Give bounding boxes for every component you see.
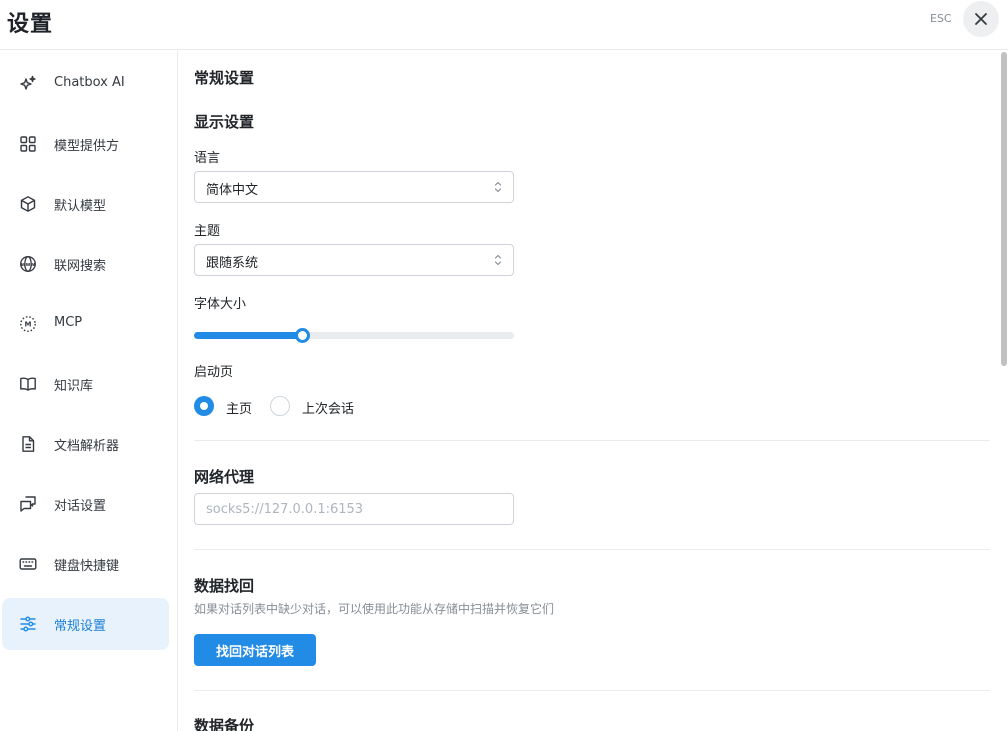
sidebar-item-document-parser[interactable]: 文档解析器 [2, 418, 169, 470]
startup-radio-home[interactable] [194, 396, 214, 416]
sidebar-item-knowledge-base[interactable]: 知识库 [2, 358, 169, 410]
settings-sidebar: Chatbox AI 模型提供方 默认模型 www 联网搜索 M MCP 知识库… [0, 50, 178, 731]
cube-icon [20, 196, 36, 212]
language-select[interactable]: 简体中文 [194, 171, 514, 203]
settings-header: 设置 ESC [0, 0, 1008, 50]
keyboard-icon [19, 558, 37, 570]
grid-icon [20, 136, 36, 152]
close-icon [975, 13, 987, 25]
settings-content: 常规设置 显示设置 语言 简体中文 主题 跟随系统 字体大小 启动页 主页 上次… [178, 50, 1008, 731]
proxy-input[interactable] [194, 493, 514, 525]
book-icon [20, 377, 36, 391]
sidebar-item-label: 文档解析器 [54, 439, 120, 454]
startup-page-label: 启动页 [194, 365, 234, 380]
theme-select-value: 跟随系统 [206, 256, 259, 271]
section-divider [194, 549, 990, 550]
data-backup-heading: 数据备份 [194, 717, 255, 731]
sidebar-item-label: 常规设置 [54, 619, 107, 634]
font-size-slider-thumb[interactable] [295, 328, 311, 343]
section-divider [194, 440, 990, 441]
sidebar-item-label: 默认模型 [54, 199, 107, 214]
startup-radio-home-label[interactable]: 主页 [226, 398, 252, 417]
startup-radio-last-session-label[interactable]: 上次会话 [302, 398, 354, 417]
startup-radio-last-session[interactable] [270, 396, 290, 416]
www-globe-icon: www [20, 256, 36, 272]
sidebar-item-keyboard-shortcuts[interactable]: 键盘快捷键 [2, 538, 169, 590]
page-title: 设置 [7, 12, 54, 37]
section-page-title: 常规设置 [194, 69, 255, 87]
svg-text:M: M [25, 321, 32, 329]
sparkles-icon [20, 75, 36, 90]
language-label: 语言 [194, 151, 221, 166]
sidebar-item-label: 模型提供方 [54, 139, 120, 154]
sidebar-item-label: 联网搜索 [54, 259, 107, 274]
chat-icon [20, 496, 36, 512]
sliders-icon [20, 616, 36, 632]
esc-hint: ESC [930, 12, 952, 25]
sidebar-item-mcp[interactable]: M MCP [2, 298, 169, 350]
data-recovery-heading: 数据找回 [194, 577, 255, 595]
document-icon [22, 436, 35, 452]
sidebar-item-label: 键盘快捷键 [54, 559, 120, 574]
sidebar-item-model-providers[interactable]: 模型提供方 [2, 118, 169, 170]
font-size-slider[interactable] [194, 328, 514, 343]
font-size-label: 字体大小 [194, 297, 247, 312]
recover-chat-list-button[interactable]: 找回对话列表 [194, 634, 316, 666]
scrollbar[interactable] [1001, 52, 1007, 366]
sidebar-item-label: MCP [54, 315, 83, 330]
language-select-value: 简体中文 [206, 183, 259, 198]
svg-text:www: www [21, 262, 36, 268]
font-size-slider-fill [194, 332, 303, 339]
close-button[interactable] [963, 1, 999, 37]
theme-select[interactable]: 跟随系统 [194, 244, 514, 276]
data-recovery-description: 如果对话列表中缺少对话，可以使用此功能从存储中扫描并恢复它们 [194, 602, 555, 616]
sidebar-item-web-search[interactable]: www 联网搜索 [2, 238, 169, 290]
sidebar-item-chatbox-ai[interactable]: Chatbox AI [2, 58, 169, 110]
sidebar-item-default-model[interactable]: 默认模型 [2, 178, 169, 230]
mcp-icon: M [20, 316, 36, 332]
display-settings-heading: 显示设置 [194, 113, 255, 131]
sidebar-item-label: 知识库 [54, 379, 94, 394]
chevron-up-down-icon [494, 181, 502, 193]
sidebar-item-label: 对话设置 [54, 499, 107, 514]
chevron-up-down-icon [494, 254, 502, 266]
sidebar-item-label: Chatbox AI [54, 75, 125, 90]
sidebar-item-chat-settings[interactable]: 对话设置 [2, 478, 169, 530]
sidebar-item-general-settings[interactable]: 常规设置 [2, 598, 169, 650]
section-divider [194, 690, 990, 691]
theme-label: 主题 [194, 224, 221, 239]
network-proxy-heading: 网络代理 [194, 468, 255, 486]
